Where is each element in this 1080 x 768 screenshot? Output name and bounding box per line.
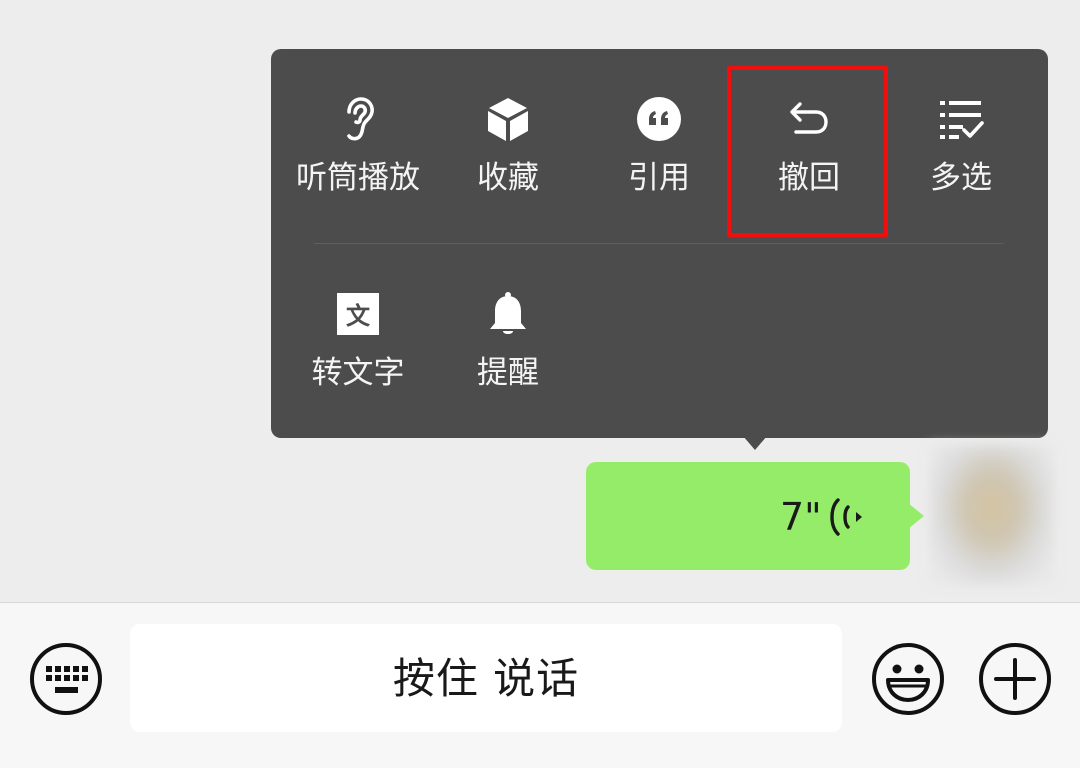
voice-duration: 7" [780, 495, 822, 539]
keyboard-button[interactable] [29, 642, 103, 716]
ear-icon [335, 96, 381, 142]
text-convert-icon: 文 [335, 291, 381, 337]
menu-item-label: 引用 [628, 160, 690, 196]
menu-item-earpiece-play[interactable]: 听筒播放 [283, 96, 433, 226]
bell-icon [485, 291, 531, 337]
multi-select-icon [938, 96, 984, 142]
menu-item-multi-select[interactable]: 多选 [886, 96, 1036, 226]
voice-wave-icon [826, 496, 866, 538]
hold-to-talk-button[interactable]: 按住 说话 [130, 624, 842, 732]
menu-item-label: 多选 [930, 160, 992, 196]
menu-item-recall[interactable]: 撤回 [734, 96, 884, 226]
menu-item-label: 听筒播放 [296, 160, 420, 196]
undo-icon [786, 96, 832, 142]
menu-item-label: 转文字 [311, 355, 405, 391]
menu-item-speech-to-text[interactable]: 文 转文字 [283, 291, 433, 421]
menu-item-quote[interactable]: 引用 [584, 96, 734, 226]
quote-icon [636, 96, 682, 142]
svg-text:文: 文 [346, 302, 371, 330]
menu-item-label: 收藏 [477, 160, 539, 196]
more-button[interactable] [978, 642, 1052, 716]
menu-item-label: 提醒 [477, 355, 539, 391]
emoji-icon [872, 643, 944, 715]
context-menu-arrow [743, 436, 767, 450]
plus-icon [979, 643, 1051, 715]
menu-item-remind[interactable]: 提醒 [433, 291, 583, 421]
avatar[interactable] [930, 445, 1054, 585]
emoji-button[interactable] [871, 642, 945, 716]
menu-item-label: 撤回 [778, 160, 840, 196]
hold-to-talk-label: 按住 说话 [392, 654, 580, 703]
menu-divider [314, 243, 1004, 244]
menu-item-favorite[interactable]: 收藏 [433, 96, 583, 226]
voice-bubble-tail [908, 503, 924, 529]
cube-icon [485, 96, 531, 142]
keyboard-icon [30, 643, 102, 715]
